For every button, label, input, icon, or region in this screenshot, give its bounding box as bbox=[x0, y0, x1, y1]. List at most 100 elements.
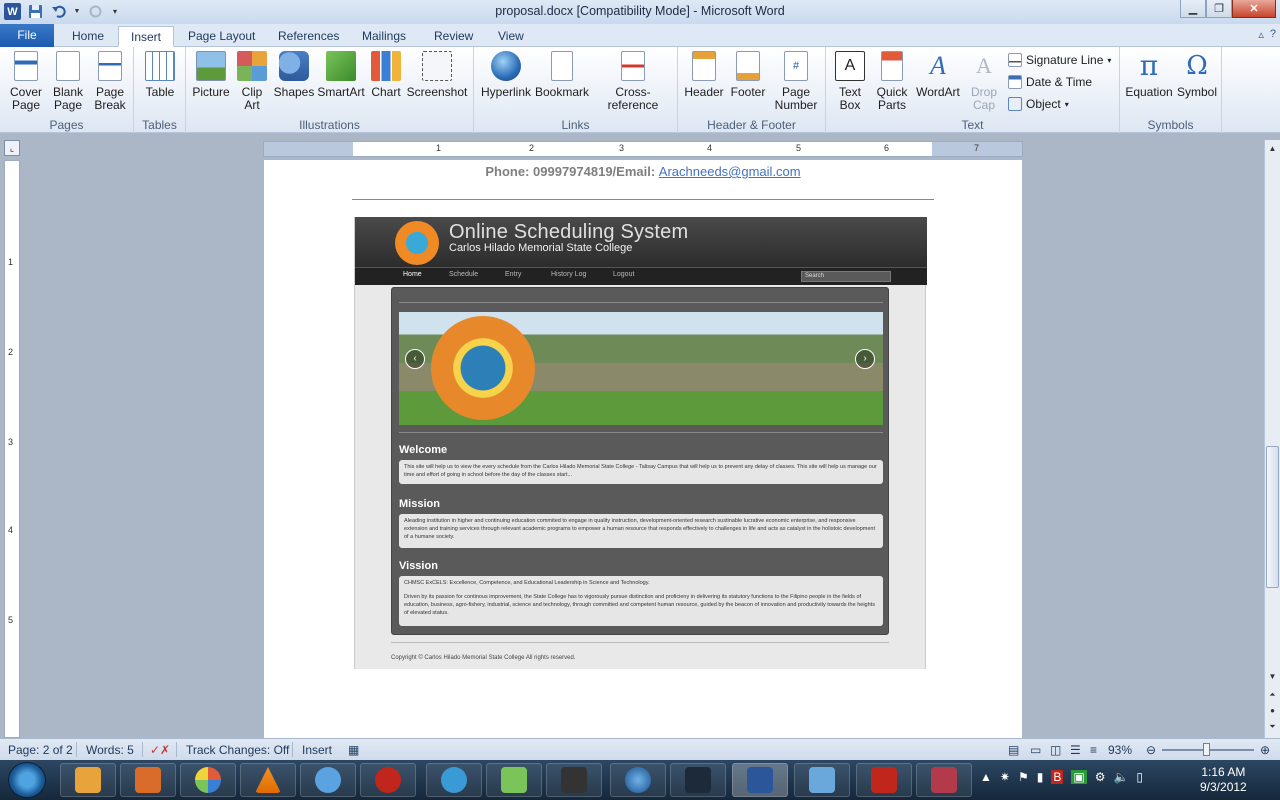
taskbar-app-3[interactable] bbox=[180, 763, 236, 797]
tray-icon-3[interactable]: B bbox=[1051, 770, 1064, 784]
taskbar-app-1[interactable] bbox=[60, 763, 116, 797]
text-box-button[interactable]: A Text Box bbox=[830, 51, 870, 112]
proofing-icon[interactable]: ✓✗ bbox=[150, 743, 170, 757]
bookmark-button[interactable]: Bookmark bbox=[534, 51, 590, 99]
tab-mailings[interactable]: Mailings bbox=[350, 26, 418, 47]
embedded-screenshot[interactable]: Online Scheduling System Carlos Hilado M… bbox=[354, 217, 927, 669]
taskbar-app-6[interactable] bbox=[360, 763, 416, 797]
minimize-ribbon-icon[interactable]: ▵ bbox=[1258, 28, 1264, 41]
taskbar-app-5[interactable] bbox=[300, 763, 356, 797]
track-changes-status[interactable]: Track Changes: Off bbox=[186, 743, 289, 757]
vertical-scrollbar[interactable]: ▲ ▼ ⏶ ● ⏷ bbox=[1264, 140, 1280, 738]
scroll-up-icon[interactable]: ▲ bbox=[1266, 142, 1279, 156]
taskbar-app-14[interactable] bbox=[856, 763, 912, 797]
page-count[interactable]: Page: 2 of 2 bbox=[8, 743, 73, 757]
scroll-thumb[interactable] bbox=[1266, 446, 1279, 588]
battery-icon[interactable]: ▯ bbox=[1136, 770, 1143, 784]
document-page[interactable]: Phone: 09997974819/Email: Arachneeds@gma… bbox=[264, 160, 1022, 738]
tab-review[interactable]: Review bbox=[422, 26, 485, 47]
taskbar-app-7[interactable] bbox=[426, 763, 482, 797]
taskbar-app-11[interactable] bbox=[670, 763, 726, 797]
taskbar-app-word[interactable] bbox=[732, 763, 788, 797]
smartart-button[interactable]: SmartArt bbox=[316, 51, 366, 99]
view-draft-icon[interactable]: ≡ bbox=[1090, 743, 1097, 757]
tab-home[interactable]: Home bbox=[60, 26, 116, 47]
vission-line-1: CHMSC ExCELS: Excellence, Competence, an… bbox=[404, 580, 650, 586]
volume-icon[interactable]: 🔈 bbox=[1113, 770, 1128, 784]
footer-button[interactable]: Footer bbox=[726, 51, 770, 99]
minimize-button[interactable]: ▁ bbox=[1180, 0, 1206, 18]
signature-line-button[interactable]: Signature Line ▾ bbox=[1008, 53, 1111, 67]
ruler-number: 5 bbox=[8, 615, 14, 625]
close-button[interactable]: ✕ bbox=[1232, 0, 1276, 18]
vertical-ruler[interactable]: 1 2 3 4 5 bbox=[4, 160, 20, 738]
taskbar-app-9[interactable] bbox=[546, 763, 602, 797]
blank-page-button[interactable]: Blank Page bbox=[48, 51, 88, 112]
page-number-button[interactable]: # Page Number bbox=[770, 51, 822, 112]
view-print-layout-icon[interactable]: ▤ bbox=[1008, 743, 1019, 757]
clip-art-button[interactable]: Clip Art bbox=[232, 51, 272, 112]
object-icon bbox=[1008, 97, 1022, 111]
insert-mode[interactable]: Insert bbox=[302, 743, 332, 757]
word-count[interactable]: Words: 5 bbox=[86, 743, 134, 757]
college-seal-icon bbox=[431, 316, 535, 420]
taskbar-app-10[interactable] bbox=[610, 763, 666, 797]
view-web-layout-icon[interactable]: ◫ bbox=[1050, 743, 1061, 757]
system-clock[interactable]: 1:16 AM 9/3/2012 bbox=[1200, 765, 1247, 795]
tray-icon-1[interactable]: ✷ bbox=[1000, 770, 1010, 784]
wordart-icon: A bbox=[930, 51, 946, 80]
table-button[interactable]: Table bbox=[140, 51, 180, 99]
show-hidden-icons-icon[interactable]: ▲ bbox=[980, 770, 992, 784]
tab-insert[interactable]: Insert bbox=[118, 26, 175, 47]
page-break-button[interactable]: Page Break bbox=[90, 51, 130, 112]
picture-button[interactable]: Picture bbox=[190, 51, 232, 99]
restore-button[interactable]: ❐ bbox=[1206, 0, 1232, 18]
view-outline-icon[interactable]: ☰ bbox=[1070, 743, 1081, 757]
hyperlink-button[interactable]: Hyperlink bbox=[478, 51, 534, 99]
scroll-down-icon[interactable]: ▼ bbox=[1266, 670, 1279, 684]
taskbar-app-8[interactable] bbox=[486, 763, 542, 797]
symbol-button[interactable]: Ω Symbol bbox=[1174, 51, 1220, 99]
title-bar: W ▼ ▾ proposal.docx [Compatibility Mode]… bbox=[0, 0, 1280, 24]
cover-page-button[interactable]: Cover Page bbox=[6, 51, 46, 112]
tab-selector[interactable]: ⌞ bbox=[4, 140, 20, 156]
cross-reference-button[interactable]: Cross-reference bbox=[590, 51, 676, 112]
network-icon[interactable]: ▮ bbox=[1037, 770, 1044, 784]
taskbar-app-2[interactable] bbox=[120, 763, 176, 797]
shapes-button[interactable]: Shapes bbox=[272, 51, 316, 99]
drop-cap-button[interactable]: A Drop Cap bbox=[964, 51, 1004, 112]
taskbar-app-4[interactable] bbox=[240, 763, 296, 797]
tab-view[interactable]: View bbox=[486, 26, 536, 47]
taskbar-app-13[interactable] bbox=[794, 763, 850, 797]
zoom-level[interactable]: 93% bbox=[1108, 743, 1132, 757]
view-full-screen-icon[interactable]: ▭ bbox=[1030, 743, 1041, 757]
zoom-in-icon[interactable]: ⊕ bbox=[1260, 743, 1270, 757]
tab-file[interactable]: File bbox=[0, 24, 54, 47]
screenshot-button[interactable]: Screenshot bbox=[406, 51, 468, 99]
email-link[interactable]: Arachneeds@gmail.com bbox=[659, 164, 801, 179]
tab-references[interactable]: References bbox=[266, 26, 351, 47]
help-icon[interactable]: ? bbox=[1270, 28, 1276, 41]
object-button[interactable]: Object ▾ bbox=[1008, 97, 1069, 111]
wordart-button[interactable]: A WordArt bbox=[912, 51, 964, 99]
windows-start-button[interactable] bbox=[8, 762, 46, 798]
macro-icon[interactable]: ▦ bbox=[348, 743, 359, 757]
horizontal-ruler[interactable]: 1 2 3 4 5 6 7 bbox=[263, 141, 1023, 157]
tray-icon-2[interactable]: ⚑ bbox=[1018, 770, 1029, 784]
header-button[interactable]: Header bbox=[682, 51, 726, 99]
zoom-slider-thumb[interactable] bbox=[1203, 743, 1210, 756]
tray-icon-5[interactable]: ⚙ bbox=[1095, 770, 1106, 784]
equation-button[interactable]: π Equation bbox=[1124, 51, 1174, 99]
tab-page-layout[interactable]: Page Layout bbox=[176, 26, 267, 47]
tray-icon-4[interactable]: ▣ bbox=[1071, 770, 1087, 784]
select-browse-object-icon[interactable]: ● bbox=[1266, 704, 1279, 718]
chart-button[interactable]: Chart bbox=[366, 51, 406, 99]
zoom-out-icon[interactable]: ⊖ bbox=[1146, 743, 1156, 757]
prev-page-icon[interactable]: ⏶ bbox=[1266, 688, 1279, 702]
quick-parts-button[interactable]: Quick Parts bbox=[872, 51, 912, 112]
ruler-number: 4 bbox=[707, 143, 713, 153]
taskbar-app-15[interactable] bbox=[916, 763, 972, 797]
next-page-icon[interactable]: ⏷ bbox=[1266, 720, 1279, 734]
date-time-button[interactable]: Date & Time bbox=[1008, 75, 1092, 89]
site-nav: Home Schedule Entry History Log Logout S… bbox=[355, 267, 927, 285]
